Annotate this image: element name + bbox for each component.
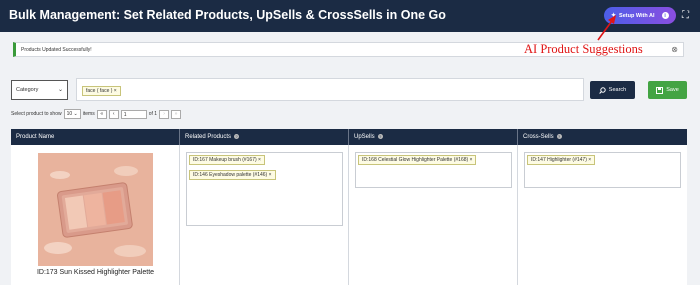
upsell-chip[interactable]: ID:168 Celestial Glow Highlighter Palett…	[358, 155, 477, 165]
tag-filter-input[interactable]: face ( face ) ×	[76, 78, 584, 101]
column-header-related: Related Products?	[180, 129, 349, 145]
pagination-prefix: Select product to show	[11, 111, 62, 117]
annotation-label: AI Product Suggestions	[524, 42, 643, 56]
crosssells-cell: ID:147 Highlighter (#147) ×	[518, 145, 687, 285]
save-icon	[656, 86, 664, 94]
filter-tag[interactable]: face ( face ) ×	[82, 86, 121, 96]
prev-page-button[interactable]: ‹	[108, 109, 119, 119]
product-cell: ID:173 Sun Kissed Highlighter Palette	[11, 145, 180, 285]
product-image	[38, 153, 153, 266]
column-header-upsells: UpSells?	[349, 129, 518, 145]
page-number-input[interactable]: 1	[120, 109, 147, 119]
category-select[interactable]: Category ⌄	[11, 80, 68, 100]
products-table: Product Name Related Products? UpSells? …	[11, 129, 687, 285]
search-button[interactable]: Search	[590, 81, 635, 99]
chevron-down-icon: ⌄	[57, 87, 63, 93]
per-page-select[interactable]: 10 ⌄	[63, 109, 81, 119]
crosssell-chip[interactable]: ID:147 Highlighter (#147) ×	[527, 155, 596, 165]
column-header-label: Product Name	[16, 134, 55, 140]
column-header-label: Related Products	[185, 134, 232, 140]
annotation-arrow	[597, 15, 616, 41]
column-header-label: UpSells	[354, 134, 375, 140]
column-header-label: Cross-Sells	[523, 134, 554, 140]
help-icon[interactable]: ?	[377, 134, 383, 139]
upsells-cell: ID:168 Celestial Glow Highlighter Palett…	[349, 145, 518, 285]
close-icon[interactable]: ⊗	[671, 45, 678, 54]
help-icon[interactable]: ?	[556, 134, 562, 139]
first-page-button[interactable]: «	[96, 109, 107, 119]
category-select-label: Category	[16, 87, 39, 93]
table-header: Product Name Related Products? UpSells? …	[11, 129, 687, 145]
page-count-label: of 1	[148, 111, 158, 117]
fullscreen-icon[interactable]: ⛶	[682, 10, 693, 21]
save-button[interactable]: Save	[648, 81, 687, 99]
column-header-crosssells: Cross-Sells?	[518, 129, 687, 145]
crosssells-input[interactable]: ID:147 Highlighter (#147) ×	[524, 152, 681, 188]
help-icon[interactable]: ?	[234, 134, 240, 139]
related-products-cell: ID:167 Makeup brush (#167) × ID:146 Eyes…	[180, 145, 349, 285]
per-page-value: 10	[66, 111, 73, 117]
highlighter-palette-image	[38, 153, 153, 266]
pagination-suffix: items	[82, 111, 95, 117]
related-product-chip[interactable]: ID:146 Eyeshadow palette (#146) ×	[189, 170, 276, 180]
next-page-button[interactable]: ›	[159, 109, 170, 119]
column-header-product-name: Product Name	[11, 129, 180, 145]
page-title: Bulk Management: Set Related Products, U…	[9, 8, 446, 22]
related-products-input[interactable]: ID:167 Makeup brush (#167) × ID:146 Eyes…	[186, 152, 343, 226]
upsells-input[interactable]: ID:168 Celestial Glow Highlighter Palett…	[355, 152, 512, 188]
search-icon	[599, 86, 606, 94]
notice-text: Products Updated Successfully!	[21, 47, 92, 53]
related-product-chip[interactable]: ID:167 Makeup brush (#167) ×	[189, 155, 265, 165]
info-icon[interactable]: i	[661, 12, 669, 19]
pagination-bar: Select product to show 10 ⌄ items « ‹ 1 …	[11, 109, 182, 119]
save-button-label: Save	[666, 87, 679, 93]
last-page-button[interactable]: »	[171, 109, 182, 119]
search-button-label: Search	[608, 87, 627, 93]
product-name: ID:173 Sun Kissed Highlighter Palette	[36, 269, 155, 276]
